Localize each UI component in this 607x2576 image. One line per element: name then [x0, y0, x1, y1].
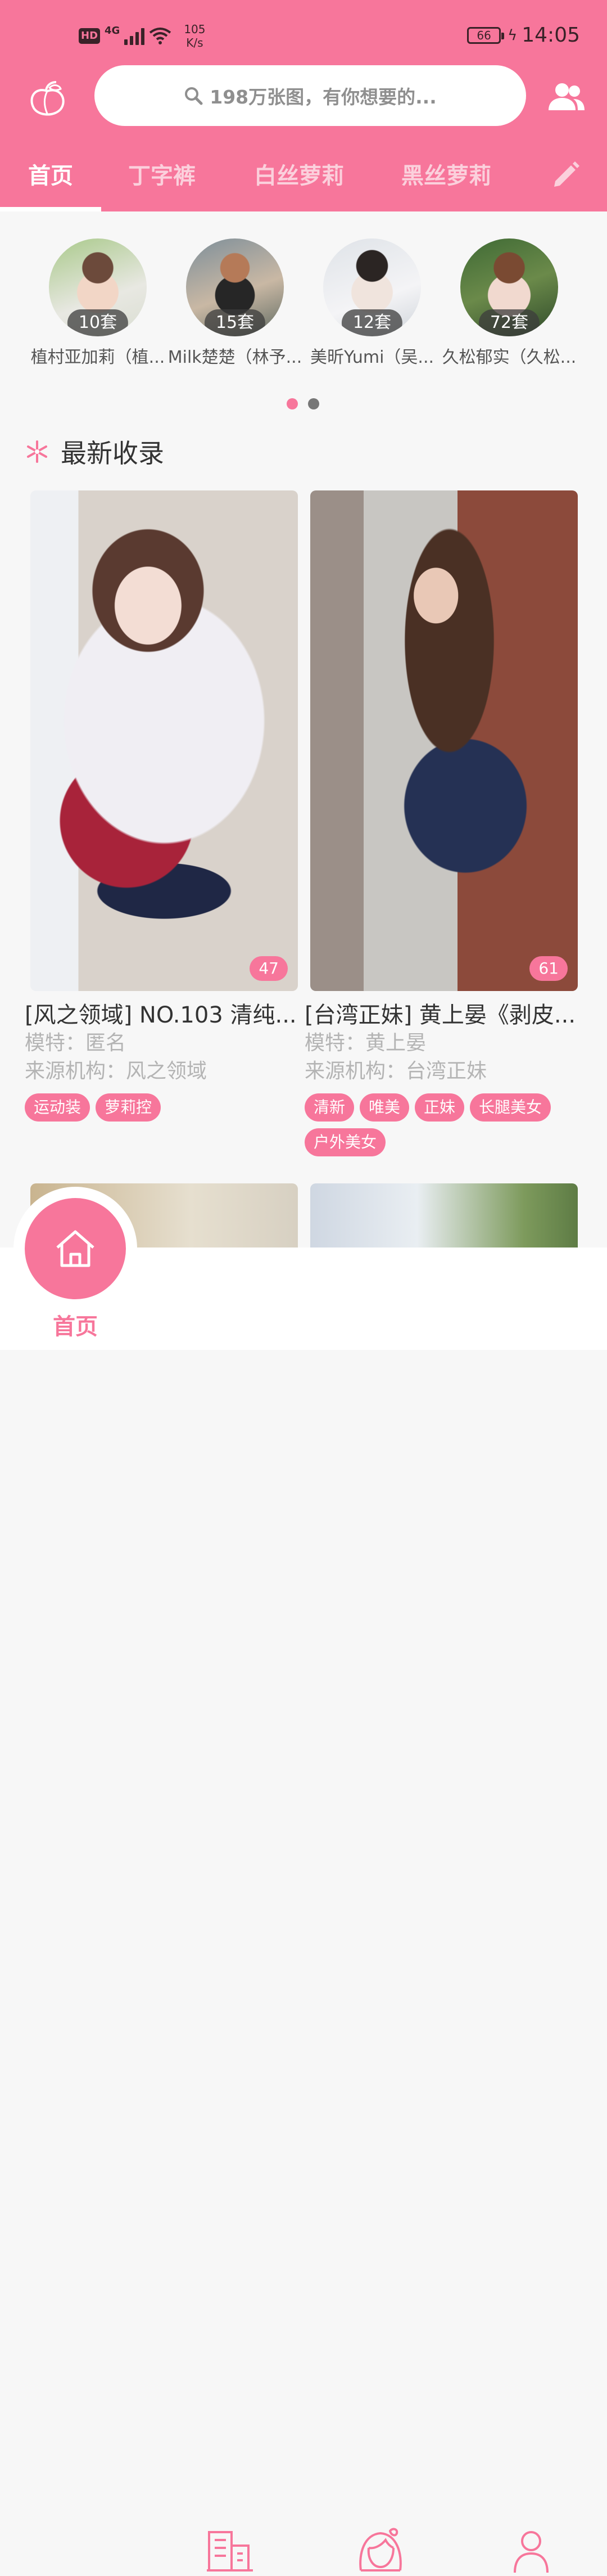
avatar: 10套: [49, 238, 147, 336]
set-count-badge: 10套: [67, 309, 129, 336]
tag-chip[interactable]: 运动装: [25, 1093, 90, 1122]
album-title: [风之领域] NO.103 清纯...: [25, 1002, 297, 1028]
set-count-badge: 15套: [204, 309, 266, 336]
home-label[interactable]: 首页: [53, 1308, 98, 1341]
photo-count-badge: 47: [250, 956, 288, 981]
home-button[interactable]: [25, 1198, 126, 1299]
tag-chip[interactable]: 清新: [305, 1093, 355, 1122]
tag-chip[interactable]: 长腿美女: [470, 1093, 551, 1122]
person-icon[interactable]: [506, 2525, 556, 2576]
album-card[interactable]: 47 [风之领域] NO.103 清纯... 模特：匿名 来源机构：风之领域 运…: [25, 490, 298, 1122]
section-title: 最新收录: [61, 438, 164, 469]
section-header: 最新收录: [26, 433, 164, 470]
album-card[interactable]: 61 [台湾正妹] 黄上晏《剥皮... 模特：黄上晏 来源机构：台湾正妹 清新 …: [305, 490, 578, 1156]
model-name: 美昕Yumi（吴...: [310, 348, 434, 367]
album-source: 来源机构：风之领域: [25, 1060, 207, 1083]
album-cover-image[interactable]: 47: [30, 490, 298, 991]
album-title: [台湾正妹] 黄上晏《剥皮...: [305, 1002, 576, 1028]
carousel-pager: [287, 398, 319, 409]
pager-dot[interactable]: [308, 398, 319, 409]
wifi-icon: [150, 28, 171, 44]
network-type: 4G: [105, 24, 120, 37]
tag-chip[interactable]: 唯美: [360, 1093, 410, 1122]
snowflake-icon: [27, 440, 47, 463]
album-model: 模特：黄上晏: [305, 1032, 427, 1055]
tag-list: 清新 唯美 正妹 长腿美女 户外美女: [305, 1093, 586, 1156]
girl-face-icon[interactable]: [355, 2525, 406, 2576]
tab-home[interactable]: 首页: [28, 157, 73, 190]
peach-logo-icon[interactable]: [27, 79, 67, 119]
album-model: 模特：匿名: [25, 1032, 126, 1055]
avatar: 12套: [323, 238, 421, 336]
model-item[interactable]: 15套 Milk楚楚（林予...: [167, 238, 302, 368]
model-name: Milk楚楚（林予...: [167, 348, 302, 367]
network-speed: 105 K/s: [184, 22, 206, 49]
search-bar[interactable]: 198万张图，有你想要的...: [94, 65, 526, 126]
search-icon: [185, 87, 203, 105]
tag-chip[interactable]: 萝莉控: [96, 1093, 161, 1122]
album-source: 来源机构：台湾正妹: [305, 1060, 487, 1083]
app-header: HD 4G 105 K/s 66 ϟ 14:05 198万张图，有你想要的...…: [0, 0, 607, 211]
tab-black-stockings[interactable]: 黑丝萝莉: [401, 157, 491, 190]
avatar: 15套: [186, 238, 284, 336]
people-icon[interactable]: [549, 81, 585, 112]
model-item[interactable]: 72套 久松郁实（久松...: [442, 238, 577, 368]
tag-chip[interactable]: 户外美女: [305, 1128, 386, 1156]
pager-dot-active[interactable]: [287, 398, 298, 409]
signal-icon: [124, 27, 145, 45]
set-count-badge: 72套: [478, 309, 540, 336]
set-count-badge: 12套: [341, 309, 403, 336]
clock: 14:05: [522, 24, 580, 47]
tab-thong[interactable]: 丁字裤: [128, 157, 196, 190]
tab-white-stockings[interactable]: 白丝萝莉: [254, 157, 344, 190]
battery-icon: 66: [467, 26, 505, 44]
avatar: 72套: [460, 238, 558, 336]
album-cover-image[interactable]: 61: [310, 490, 578, 991]
active-tab-indicator: [0, 207, 101, 211]
building-icon[interactable]: [205, 2525, 255, 2576]
search-placeholder: 198万张图，有你想要的...: [210, 86, 437, 108]
category-tabs: 首页 丁字裤 白丝萝莉 黑丝萝莉: [0, 153, 607, 211]
tag-list: 运动装 萝莉控: [25, 1093, 306, 1122]
charging-icon: ϟ: [508, 26, 518, 44]
pencil-icon[interactable]: [551, 159, 582, 190]
hd-badge: HD: [79, 28, 101, 44]
tag-chip[interactable]: 正妹: [415, 1093, 465, 1122]
status-bar: HD 4G 105 K/s 66 ϟ 14:05: [0, 0, 607, 62]
photo-count-badge: 61: [529, 956, 568, 981]
model-item[interactable]: 10套 植村亚加莉（植...: [30, 238, 165, 368]
home-icon: [56, 1230, 94, 1267]
model-item[interactable]: 12套 美昕Yumi（吴...: [305, 238, 440, 368]
model-name: 植村亚加莉（植...: [30, 348, 165, 367]
model-name: 久松郁实（久松...: [442, 348, 577, 367]
album-cover-image[interactable]: [310, 1183, 578, 1251]
